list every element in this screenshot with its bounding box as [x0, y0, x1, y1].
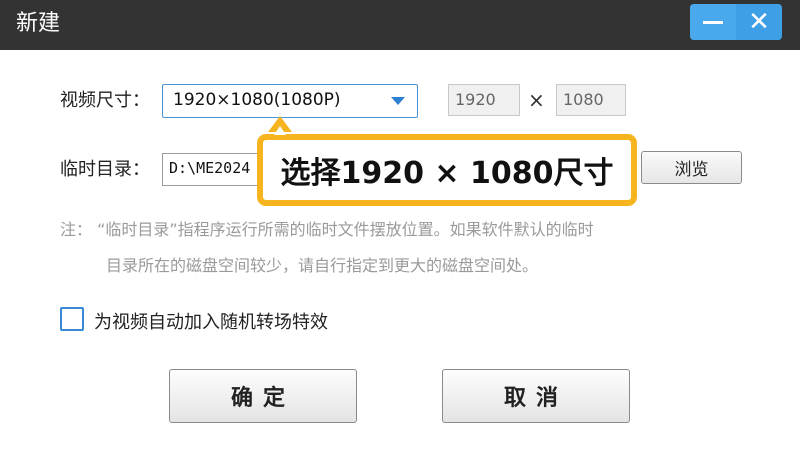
- cancel-button[interactable]: 取消: [442, 369, 630, 423]
- ok-button[interactable]: 确定: [169, 369, 357, 423]
- video-size-dropdown[interactable]: 1920×1080(1080P): [162, 84, 418, 118]
- close-button[interactable]: ✕: [736, 4, 782, 40]
- browse-button[interactable]: 浏览: [641, 151, 742, 184]
- callout-text: 选择1920 × 1080尺寸: [280, 156, 614, 191]
- height-field: 1080: [556, 84, 626, 116]
- random-transition-checkbox[interactable]: [60, 307, 84, 331]
- close-icon: ✕: [748, 7, 770, 37]
- minimize-button[interactable]: [690, 4, 736, 40]
- dimension-separator: ×: [528, 88, 545, 112]
- note-line-2: 目录所在的磁盘空间较少，请自行指定到更大的磁盘空间处。: [106, 256, 539, 275]
- video-size-value: 1920×1080(1080P): [173, 90, 341, 110]
- note-line-1: 注： “临时目录”指程序运行所需的临时文件摆放位置。如果软件默认的临时: [60, 220, 594, 239]
- chevron-down-icon[interactable]: [391, 97, 405, 105]
- dialog-title: 新建: [16, 11, 61, 36]
- title-bar: 新建 ✕: [0, 0, 800, 50]
- temp-dir-label: 临时目录：: [60, 159, 150, 180]
- temp-dir-input[interactable]: D:\ME2024: [162, 153, 272, 186]
- callout-annotation: 选择1920 × 1080尺寸: [257, 134, 637, 206]
- callout-pointer-inner: [274, 126, 286, 135]
- random-transition-label[interactable]: 为视频自动加入随机转场特效: [94, 308, 328, 334]
- minimize-icon: [703, 20, 723, 24]
- window-controls: ✕: [690, 4, 782, 40]
- video-size-label: 视频尺寸：: [60, 90, 150, 111]
- width-field: 1920: [448, 84, 520, 116]
